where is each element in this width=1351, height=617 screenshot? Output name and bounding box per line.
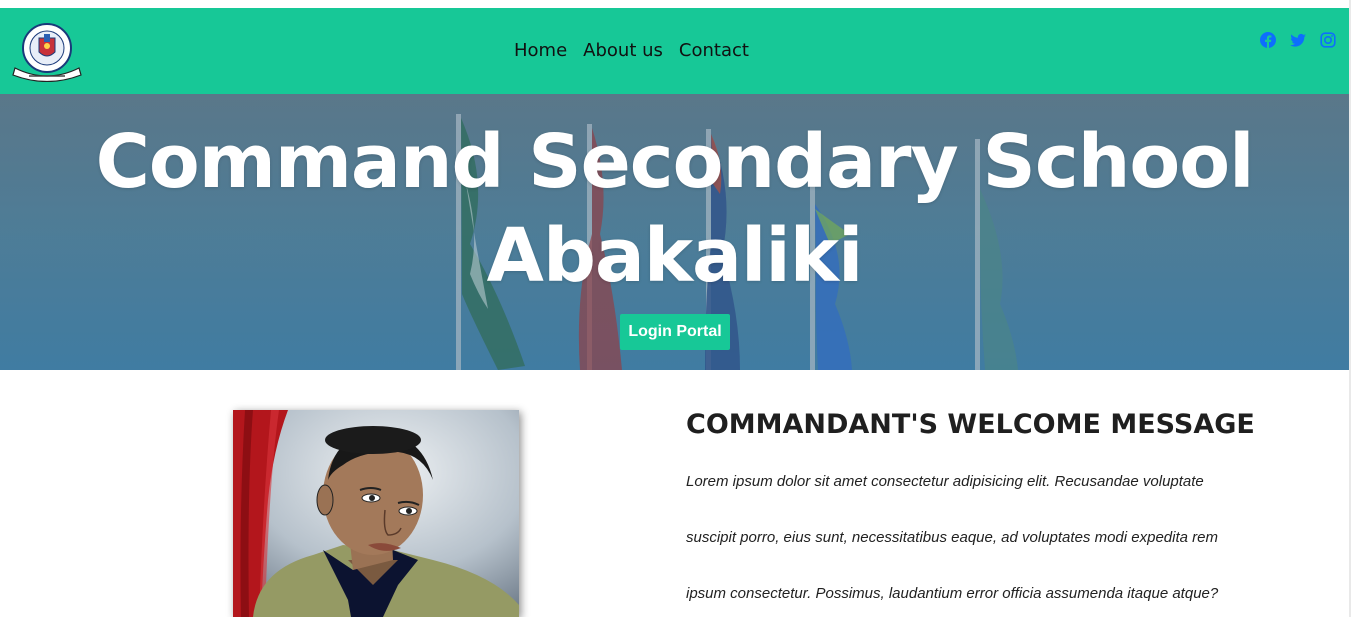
welcome-text-line-1: Lorem ipsum dolor sit amet consectetur a…: [686, 473, 1204, 490]
main-nav: Home About us Contact: [514, 40, 749, 61]
social-links: [1260, 32, 1336, 48]
hero-title-line2: Abakaliki: [486, 213, 864, 299]
twitter-icon[interactable]: [1290, 32, 1306, 48]
nav-home-link[interactable]: Home: [514, 40, 567, 61]
hero-banner: Command Secondary School Abakaliki Login…: [0, 94, 1349, 370]
top-strip: [0, 0, 1351, 8]
welcome-text-line-3: ipsum consectetur. Possimus, laudantium …: [686, 585, 1219, 602]
login-portal-button[interactable]: Login Portal: [620, 314, 730, 350]
nav-about-link[interactable]: About us: [583, 40, 663, 61]
welcome-heading: COMMANDANT'S WELCOME MESSAGE: [686, 409, 1255, 440]
facebook-icon[interactable]: [1260, 32, 1276, 48]
nav-contact-link[interactable]: Contact: [679, 40, 749, 61]
hero-title-line1: Command Secondary School: [95, 119, 1255, 205]
welcome-text-line-2: suscipit porro, eius sunt, necessitatibu…: [686, 529, 1218, 546]
commandant-portrait: [233, 410, 519, 617]
school-crest-logo[interactable]: [11, 22, 83, 83]
navbar: Home About us Contact: [0, 8, 1349, 94]
instagram-icon[interactable]: [1320, 32, 1336, 48]
